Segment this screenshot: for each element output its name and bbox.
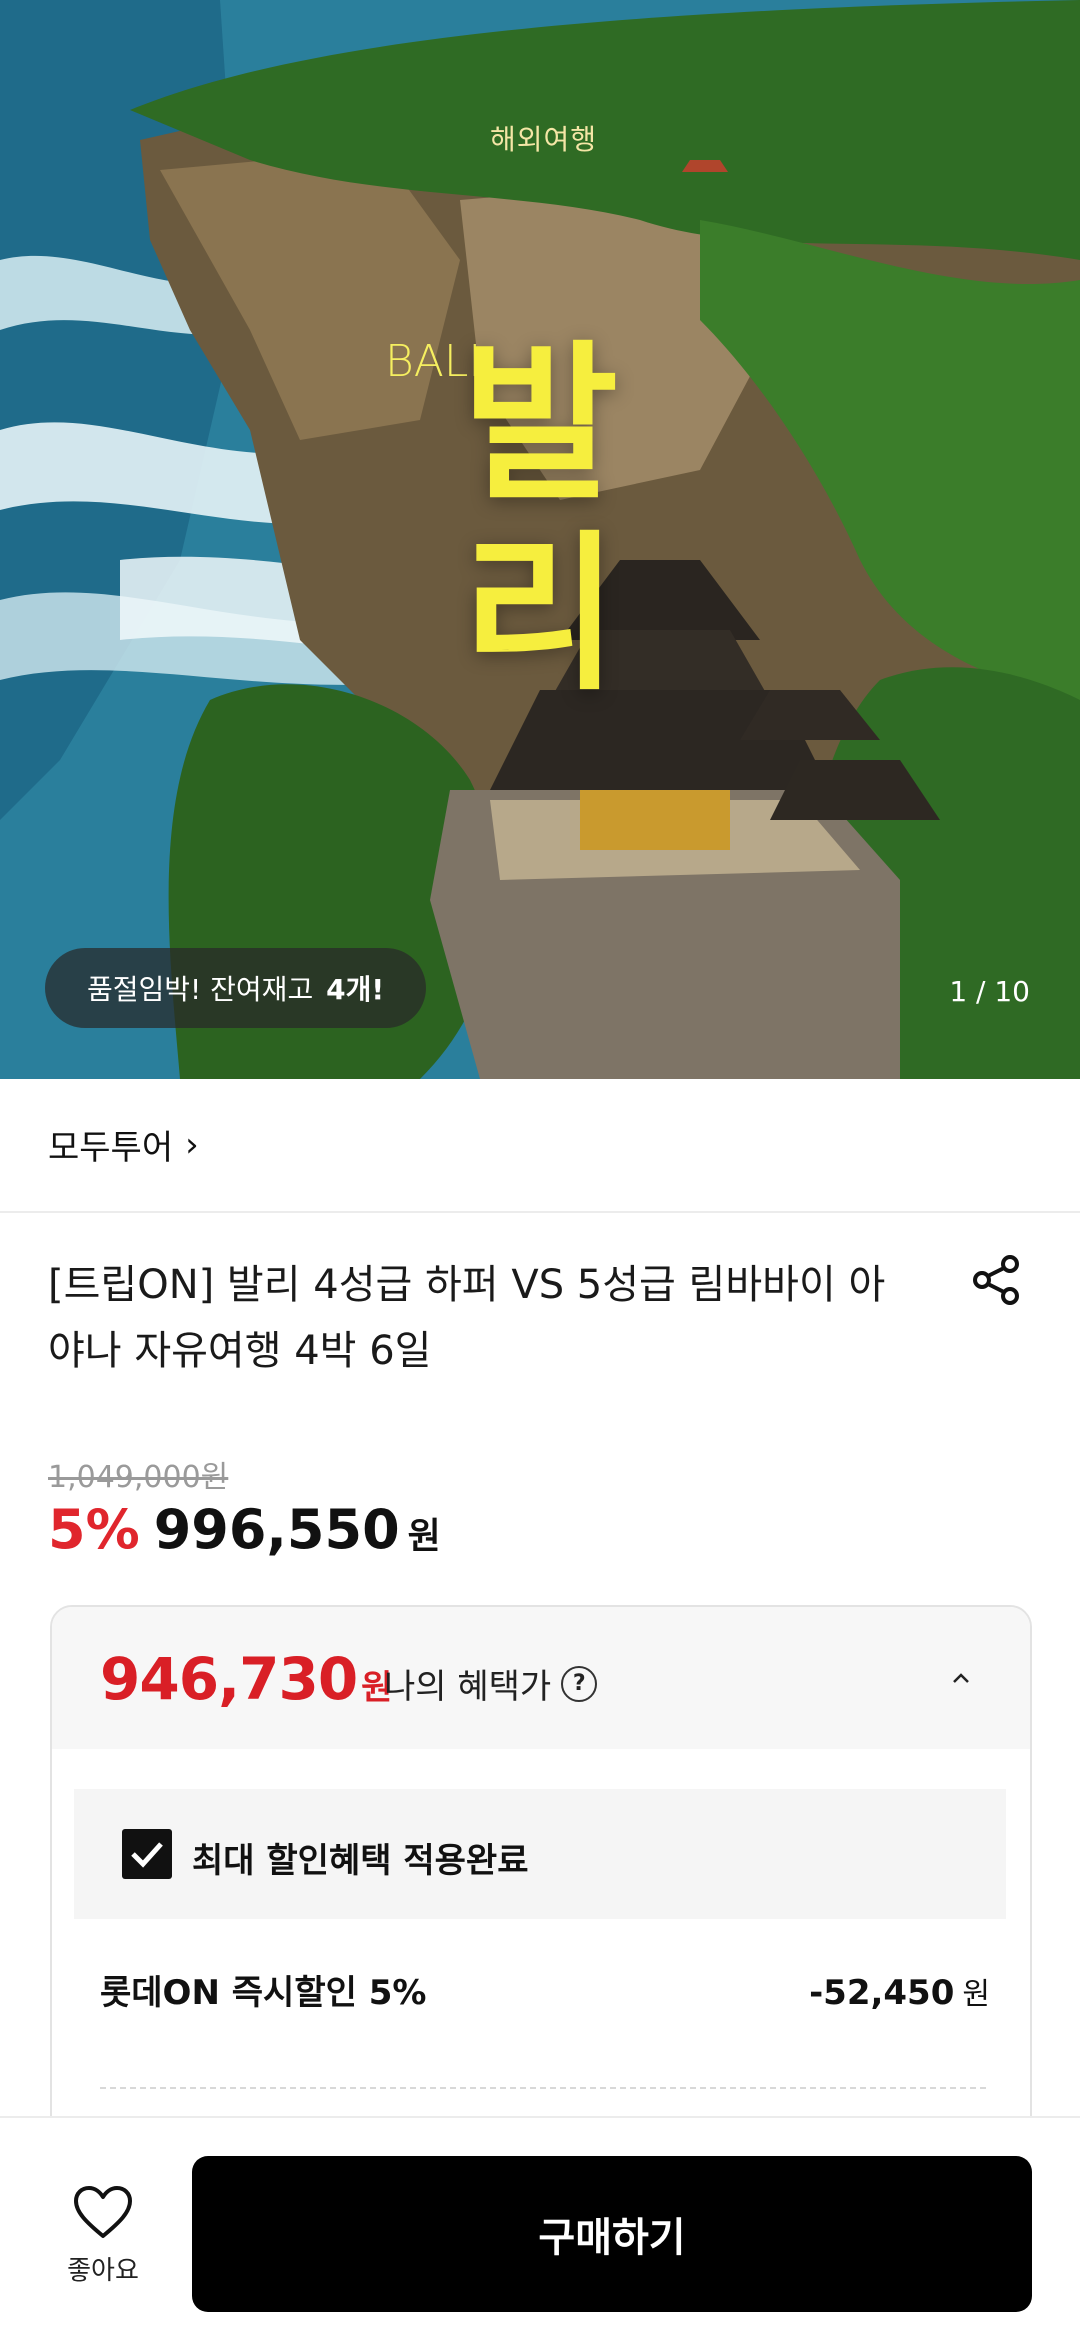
hero-title: 발 리 <box>462 330 642 710</box>
product-title: [트립ON] 발리 4성급 하퍼 VS 5성급 림바바이 아야나 자유여행 4박… <box>48 1262 886 1374</box>
hero-title-line2: 리 <box>462 516 619 714</box>
sale-price-row: 5% 996,550 원 <box>48 1498 441 1561</box>
hero-side-text: BALI <box>385 330 481 394</box>
sale-price-currency: 원 <box>407 1516 441 1557</box>
seller-name: 모두투어 <box>48 1128 174 1168</box>
like-label: 좋아요 <box>67 2256 139 2286</box>
checkbox-checked-icon[interactable] <box>122 1829 172 1879</box>
stock-warning-badge: 품절임박! 잔여재고 4개! <box>45 948 427 1028</box>
benefit-label-text: 나의 혜택가 <box>384 1667 552 1707</box>
image-counter: 1 / 10 <box>949 975 1030 1008</box>
bottom-action-bar: 좋아요 구매하기 <box>0 2116 1080 2347</box>
max-discount-applied-box: 최대 할인혜택 적용완료 <box>74 1789 1006 1919</box>
hero-subtitle: 해외여행 <box>490 123 598 156</box>
sale-price: 996,550 <box>153 1498 400 1561</box>
heart-icon <box>74 2186 132 2238</box>
question-icon[interactable]: ? <box>561 1665 598 1702</box>
benefit-price-value: 946,730 <box>100 1645 358 1713</box>
benefit-card-header[interactable]: 946,730 원 나의 혜택가 ? <box>52 1607 1030 1749</box>
original-price: 1,049,000원 <box>48 1460 229 1495</box>
share-icon[interactable] <box>966 1250 1026 1310</box>
discount-label: 롯데ON 즉시할인 5% <box>100 1973 427 2013</box>
max-discount-applied-text: 최대 할인혜택 적용완료 <box>192 1841 529 1881</box>
benefit-label: 나의 혜택가 ? <box>384 1659 598 1708</box>
discount-amount-value: -52,450 <box>809 1973 955 2013</box>
seller-link[interactable]: 모두투어 › <box>48 1120 199 1169</box>
dashed-divider <box>100 2087 986 2089</box>
like-button[interactable]: 좋아요 <box>48 2184 158 2287</box>
benefit-card: 946,730 원 나의 혜택가 ? 최대 할인혜택 적용완료 롯데ON 즉시할… <box>50 1605 1032 2165</box>
stock-warning-text: 품절임박! 잔여재고 <box>87 973 314 1006</box>
buy-button[interactable]: 구매하기 <box>192 2156 1032 2312</box>
discount-amount: -52,450 원 <box>809 1969 990 2013</box>
discount-rate: 5% <box>48 1498 140 1561</box>
benefit-price: 946,730 원 <box>100 1645 392 1713</box>
product-image-carousel[interactable]: 해외여행 BALI 발 리 품절임박! 잔여재고 4개! 1 / 10 <box>0 0 1080 1079</box>
stock-count: 4개! <box>326 973 385 1006</box>
discount-amount-currency: 원 <box>962 1977 990 2012</box>
chevron-up-icon[interactable] <box>950 1667 972 1689</box>
discount-line-item: 롯데ON 즉시할인 5% -52,450 원 <box>100 1965 990 2014</box>
hero-title-line1: 발 <box>462 326 619 524</box>
chevron-right-icon: › <box>185 1124 199 1165</box>
divider <box>0 1211 1080 1213</box>
